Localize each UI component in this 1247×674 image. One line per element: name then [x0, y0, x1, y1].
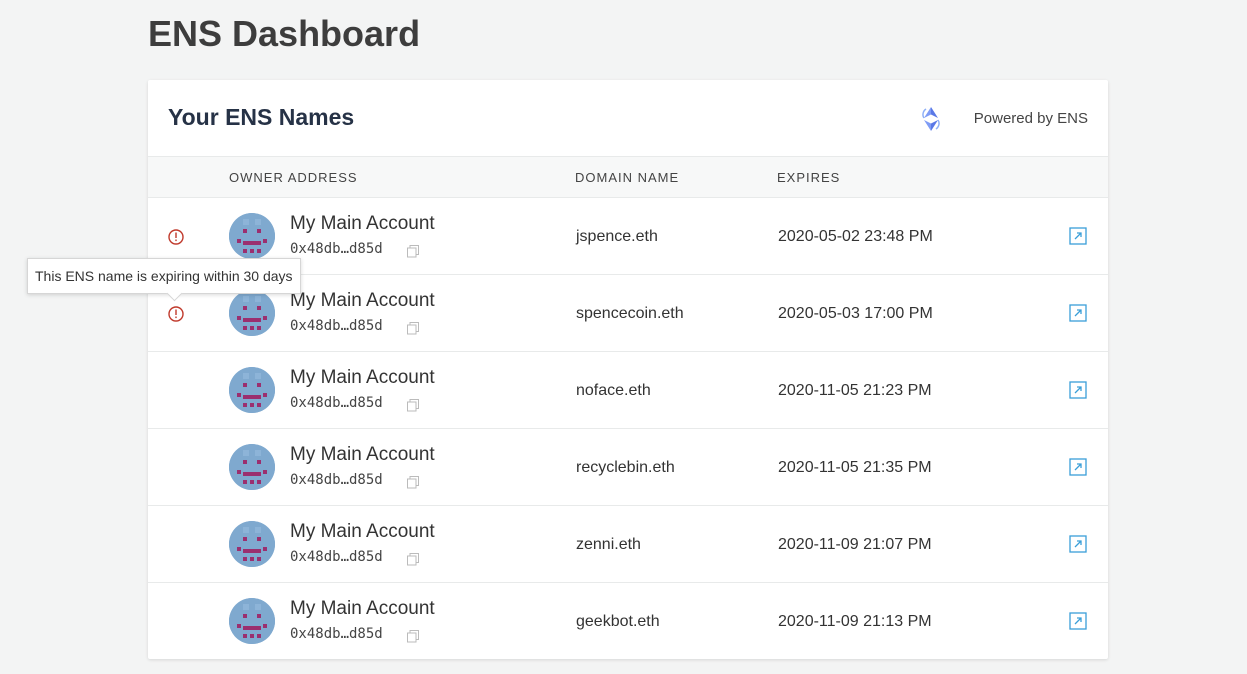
header-domain-name: DOMAIN NAME — [575, 170, 680, 185]
ens-logo-icon — [922, 107, 940, 131]
copy-icon[interactable] — [406, 244, 420, 258]
external-link-icon[interactable] — [1069, 227, 1087, 245]
copy-icon[interactable] — [406, 629, 420, 643]
identicon-avatar — [229, 598, 275, 644]
expiry-date: 2020-05-02 23:48 PM — [778, 228, 933, 245]
header-expires: EXPIRES — [777, 170, 841, 185]
external-link-icon[interactable] — [1069, 458, 1087, 476]
owner-address: 0x48db…d85d — [290, 472, 383, 488]
expiry-date: 2020-11-09 21:07 PM — [778, 536, 932, 553]
identicon-avatar — [229, 444, 275, 490]
exclamation-circle-icon[interactable] — [167, 305, 185, 323]
expiry-date: 2020-11-09 21:13 PM — [778, 613, 932, 630]
account-name: My Main Account — [290, 598, 435, 619]
table-header: OWNER ADDRESS DOMAIN NAME EXPIRES — [148, 157, 1108, 198]
table-row: My Main Account 0x48db…d85d geekbot.eth 20… — [148, 583, 1108, 659]
owner-address: 0x48db…d85d — [290, 318, 383, 334]
owner-address: 0x48db…d85d — [290, 549, 383, 565]
exclamation-circle-icon[interactable] — [167, 228, 185, 246]
domain-name: jspence.eth — [576, 228, 658, 245]
account-name: My Main Account — [290, 213, 435, 234]
account-name: My Main Account — [290, 521, 435, 542]
expiry-tooltip: This ENS name is expiring within 30 days — [27, 258, 301, 302]
powered-by-ens: Powered by ENS — [973, 110, 1088, 127]
domain-name: recyclebin.eth — [576, 459, 675, 476]
tooltip-text: This ENS name is expiring within 30 days — [35, 268, 293, 284]
account-name: My Main Account — [290, 367, 435, 388]
identicon-avatar — [229, 367, 275, 413]
domain-name: zenni.eth — [576, 536, 641, 553]
card-header: Your ENS Names Powered by ENS — [148, 80, 1108, 157]
page-title: ENS Dashboard — [148, 13, 421, 54]
identicon-avatar — [229, 213, 275, 259]
table-row: My Main Account 0x48db…d85d zenni.eth 2020… — [148, 506, 1108, 583]
owner-address: 0x48db…d85d — [290, 395, 383, 411]
domain-name: geekbot.eth — [576, 613, 660, 630]
copy-icon[interactable] — [406, 552, 420, 566]
table-row: My Main Account 0x48db…d85d noface.eth 202… — [148, 352, 1108, 429]
domain-name: spencecoin.eth — [576, 305, 684, 322]
external-link-icon[interactable] — [1069, 535, 1087, 553]
copy-icon[interactable] — [406, 398, 420, 412]
identicon-avatar — [229, 521, 275, 567]
copy-icon[interactable] — [406, 475, 420, 489]
account-name: My Main Account — [290, 444, 435, 465]
owner-address: 0x48db…d85d — [290, 626, 383, 642]
owner-address: 0x48db…d85d — [290, 241, 383, 257]
expiry-date: 2020-11-05 21:35 PM — [778, 459, 932, 476]
external-link-icon[interactable] — [1069, 381, 1087, 399]
ens-names-card: Your ENS Names Powered by ENS OWNER ADDR… — [148, 80, 1108, 659]
identicon-avatar — [229, 290, 275, 336]
card-title: Your ENS Names — [168, 104, 355, 130]
table-row: My Main Account 0x48db…d85d recyclebin.et… — [148, 429, 1108, 506]
expiry-date: 2020-11-05 21:23 PM — [778, 382, 932, 399]
external-link-icon[interactable] — [1069, 612, 1087, 630]
copy-icon[interactable] — [406, 321, 420, 335]
account-name: My Main Account — [290, 290, 435, 311]
domain-name: noface.eth — [576, 382, 651, 399]
expiry-date: 2020-05-03 17:00 PM — [778, 305, 933, 322]
external-link-icon[interactable] — [1069, 304, 1087, 322]
header-owner-address: OWNER ADDRESS — [229, 170, 358, 185]
